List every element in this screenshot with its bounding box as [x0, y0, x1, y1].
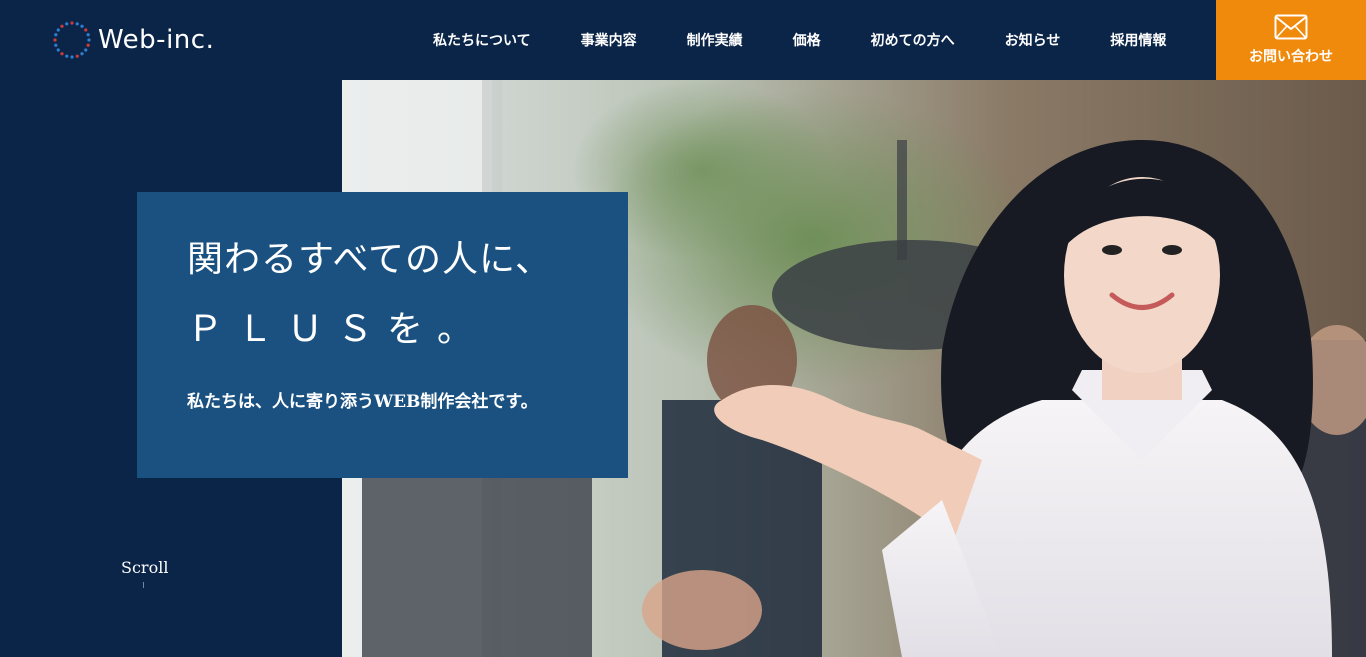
nav-item-works[interactable]: 制作実績 — [662, 30, 768, 50]
page: Web-inc. 私たちについて 事業内容 制作実績 価格 初めての方へ お知ら… — [0, 0, 1366, 657]
logo-dot — [60, 24, 64, 28]
logo-text: Web-inc. — [98, 25, 215, 55]
logo-dot — [65, 54, 69, 58]
logo-dot — [80, 52, 84, 56]
logo-dot — [70, 55, 74, 59]
main-nav: 私たちについて 事業内容 制作実績 価格 初めての方へ お知らせ 採用情報 — [408, 0, 1191, 80]
hero-headline-line-1: 関わるすべての人に、 — [187, 239, 552, 280]
logo-dot — [56, 48, 60, 52]
logo-dot — [54, 43, 58, 47]
hero-subtext: 私たちは、人に寄り添うWEB制作会社です。 — [187, 392, 538, 412]
scroll-line — [143, 582, 144, 588]
hero-headline-line-2: ＰＬＵＳを。 — [187, 309, 488, 350]
logo-dot — [86, 33, 90, 37]
logo-dot — [70, 21, 74, 25]
contact-label: お問い合わせ — [1249, 49, 1333, 65]
logo-dot — [80, 24, 84, 28]
nav-item-about[interactable]: 私たちについて — [408, 30, 556, 50]
logo-dot — [56, 28, 60, 32]
dotted-circle-logo-icon — [53, 21, 91, 59]
logo-dot — [75, 54, 79, 58]
logo-dot — [53, 38, 57, 42]
logo-dot — [87, 38, 91, 42]
nav-item-recruit[interactable]: 採用情報 — [1085, 30, 1191, 50]
nav-item-services[interactable]: 事業内容 — [556, 30, 662, 50]
logo-dot — [75, 22, 79, 26]
logo-dot — [84, 28, 88, 32]
envelope-icon — [1274, 14, 1308, 40]
hero-card: 関わるすべての人に、 ＰＬＵＳを。 私たちは、人に寄り添うWEB制作会社です。 — [137, 192, 628, 478]
nav-item-price[interactable]: 価格 — [768, 30, 846, 50]
contact-button[interactable]: お問い合わせ — [1216, 0, 1366, 80]
nav-item-news[interactable]: お知らせ — [980, 30, 1086, 50]
nav-item-first-time[interactable]: 初めての方へ — [846, 30, 980, 50]
logo-dot — [60, 52, 64, 56]
logo[interactable]: Web-inc. — [52, 17, 214, 63]
scroll-indicator[interactable]: Scroll — [121, 558, 168, 577]
logo-dot — [86, 43, 90, 47]
logo-dot — [65, 22, 69, 26]
logo-dot — [84, 48, 88, 52]
logo-dot — [54, 33, 58, 37]
site-header: Web-inc. 私たちについて 事業内容 制作実績 価格 初めての方へ お知ら… — [0, 0, 1366, 80]
